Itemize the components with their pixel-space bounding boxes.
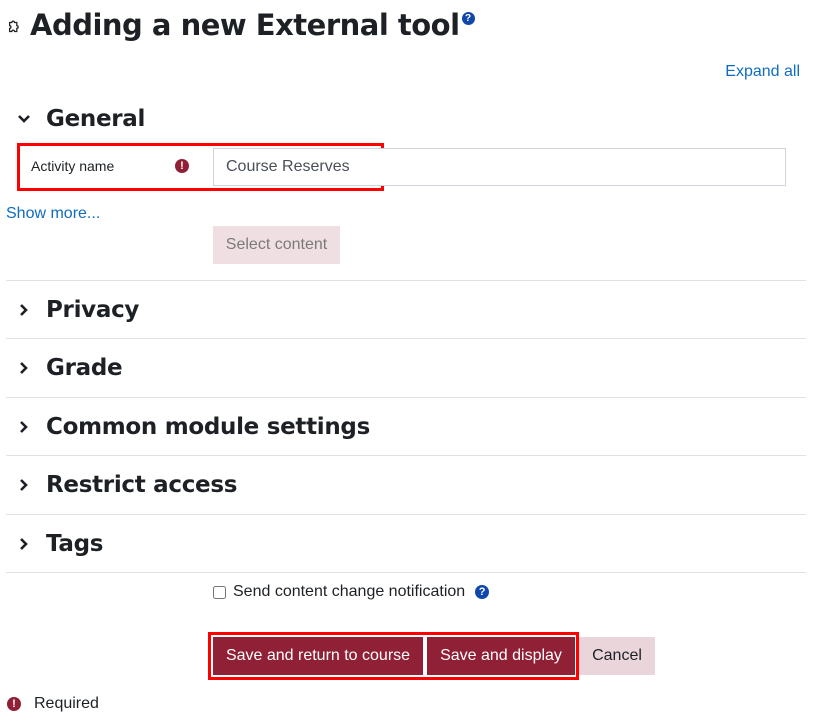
help-icon[interactable]: ? (461, 12, 475, 25)
chevron-right-icon[interactable] (14, 475, 34, 495)
activity-name-input[interactable] (213, 148, 786, 186)
section-privacy[interactable]: Privacy (6, 290, 806, 330)
section-restrict-access[interactable]: Restrict access (6, 465, 806, 505)
help-icon[interactable]: ? (475, 585, 490, 599)
cancel-button[interactable]: Cancel (579, 637, 655, 675)
show-more-link[interactable]: Show more... (6, 205, 100, 223)
select-content-button[interactable]: Select content (213, 226, 340, 264)
divider (6, 397, 806, 398)
chevron-down-icon[interactable] (14, 109, 34, 129)
section-general[interactable]: General (6, 99, 806, 139)
section-title[interactable]: General (46, 106, 145, 132)
section-title[interactable]: Tags (46, 531, 104, 557)
required-icon: ! (175, 159, 189, 173)
divider (6, 338, 806, 339)
expand-all-link[interactable]: Expand all (725, 63, 800, 81)
divider (6, 572, 806, 573)
notification-label: Send content change notification (233, 583, 466, 600)
required-note: ! Required (7, 695, 99, 713)
puzzle-icon (8, 20, 19, 33)
activity-name-label: Activity name (31, 158, 115, 174)
required-label: Required (34, 695, 99, 712)
chevron-right-icon[interactable] (14, 300, 34, 320)
section-title[interactable]: Common module settings (46, 414, 370, 440)
notification-option[interactable]: Send content change notification ? (212, 583, 490, 601)
chevron-right-icon[interactable] (14, 358, 34, 378)
divider (6, 280, 806, 281)
divider (6, 514, 806, 515)
section-tags[interactable]: Tags (6, 524, 806, 564)
notification-checkbox[interactable] (213, 585, 226, 599)
section-title[interactable]: Privacy (46, 297, 139, 323)
section-title[interactable]: Restrict access (46, 472, 237, 498)
save-display-button[interactable]: Save and display (427, 637, 575, 675)
page-title: Adding a new External tool (30, 8, 460, 42)
page-header: Adding a new External tool ? (6, 8, 475, 42)
divider (6, 455, 806, 456)
section-common-module-settings[interactable]: Common module settings (6, 407, 806, 447)
chevron-right-icon[interactable] (14, 417, 34, 437)
section-title[interactable]: Grade (46, 355, 123, 381)
chevron-right-icon[interactable] (14, 534, 34, 554)
required-icon: ! (7, 697, 21, 711)
save-return-button[interactable]: Save and return to course (213, 637, 423, 675)
section-grade[interactable]: Grade (6, 348, 806, 388)
